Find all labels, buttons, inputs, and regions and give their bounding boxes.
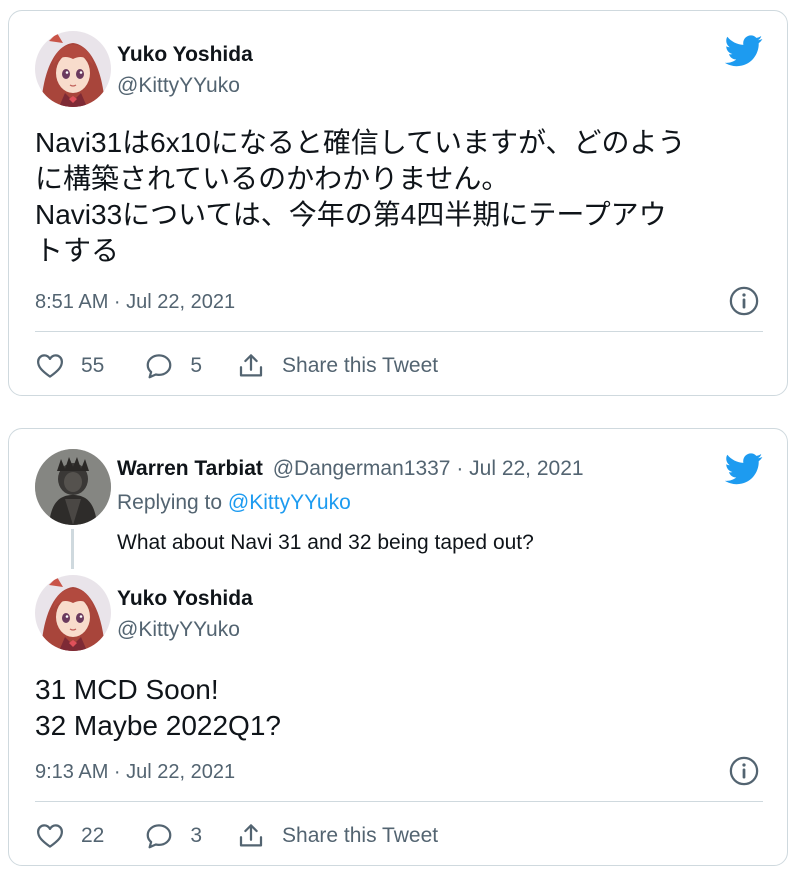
like-count: 55	[81, 354, 105, 377]
tweet-card-2: Warren Tarbiat @Dangerman1337 · Jul 22, …	[8, 428, 788, 866]
twitter-bird-icon[interactable]	[725, 453, 763, 485]
reply-bubble-icon	[144, 821, 174, 851]
parent-avatar[interactable]	[35, 449, 111, 525]
tweet-text-line: 31 MCD Soon!	[35, 674, 219, 705]
divider	[35, 331, 763, 332]
tweet-text-line: Navi33については、今年の第4四半期にテープアウ	[35, 199, 667, 230]
heart-icon	[35, 351, 65, 381]
share-label: Share this Tweet	[282, 354, 439, 377]
tweet-text-line: に構築されているのかわかりません。	[35, 163, 510, 194]
tweet-actions: 22 3 Share this Tweet	[35, 821, 438, 851]
tweet-card-1: Yuko Yoshida @KittyYYuko Navi31は6x10になると…	[8, 10, 788, 396]
replying-to-label: Replying to	[117, 491, 228, 514]
like-count: 22	[81, 824, 105, 847]
like-button[interactable]: 22	[35, 821, 104, 851]
reply-count: 5	[190, 354, 203, 377]
author-name[interactable]: Yuko Yoshida	[117, 587, 253, 611]
tweet-actions: 55 5 Share this Tweet	[35, 351, 438, 381]
avatar[interactable]	[35, 575, 111, 651]
tweet-text: Navi31は6x10になると確信していますが、どのよう に構築されているのかわ…	[35, 125, 685, 269]
author-handle[interactable]: @KittyYYuko	[117, 74, 240, 98]
share-icon	[236, 821, 266, 851]
tweet-timestamp[interactable]: 8:51 AM · Jul 22, 2021	[35, 291, 235, 314]
parent-handle-date[interactable]: @Dangerman1337 · Jul 22, 2021	[273, 457, 584, 480]
divider	[35, 801, 763, 802]
replying-to-handle[interactable]: @KittyYYuko	[228, 491, 351, 514]
author-name[interactable]: Yuko Yoshida	[117, 43, 253, 67]
tweet-timestamp[interactable]: 9:13 AM · Jul 22, 2021	[35, 761, 235, 784]
thread-connector	[71, 529, 74, 569]
avatar[interactable]	[35, 31, 111, 107]
parent-author-line: Warren Tarbiat @Dangerman1337 · Jul 22, …	[117, 457, 584, 481]
reply-button[interactable]: 3	[144, 821, 202, 851]
like-button[interactable]: 55	[35, 351, 104, 381]
twitter-bird-icon[interactable]	[725, 35, 763, 67]
author-handle[interactable]: @KittyYYuko	[117, 618, 240, 642]
share-button[interactable]: Share this Tweet	[236, 351, 438, 381]
tweet-text: 31 MCD Soon! 32 Maybe 2022Q1?	[35, 672, 281, 744]
reply-bubble-icon	[144, 351, 174, 381]
reply-button[interactable]: 5	[144, 351, 202, 381]
parent-author-name[interactable]: Warren Tarbiat	[117, 457, 263, 480]
replying-to: Replying to @KittyYYuko	[117, 491, 351, 515]
info-icon[interactable]	[729, 286, 759, 316]
share-label: Share this Tweet	[282, 824, 439, 847]
share-button[interactable]: Share this Tweet	[236, 821, 438, 851]
heart-icon	[35, 821, 65, 851]
tweet-text-line: 32 Maybe 2022Q1?	[35, 710, 281, 741]
tweet-text-line: トする	[35, 235, 120, 266]
parent-tweet-text: What about Navi 31 and 32 being taped ou…	[117, 531, 534, 554]
tweet-text-line: Navi31は6x10になると確信していますが、どのよう	[35, 127, 686, 158]
share-icon	[236, 351, 266, 381]
info-icon[interactable]	[729, 756, 759, 786]
reply-count: 3	[190, 824, 203, 847]
